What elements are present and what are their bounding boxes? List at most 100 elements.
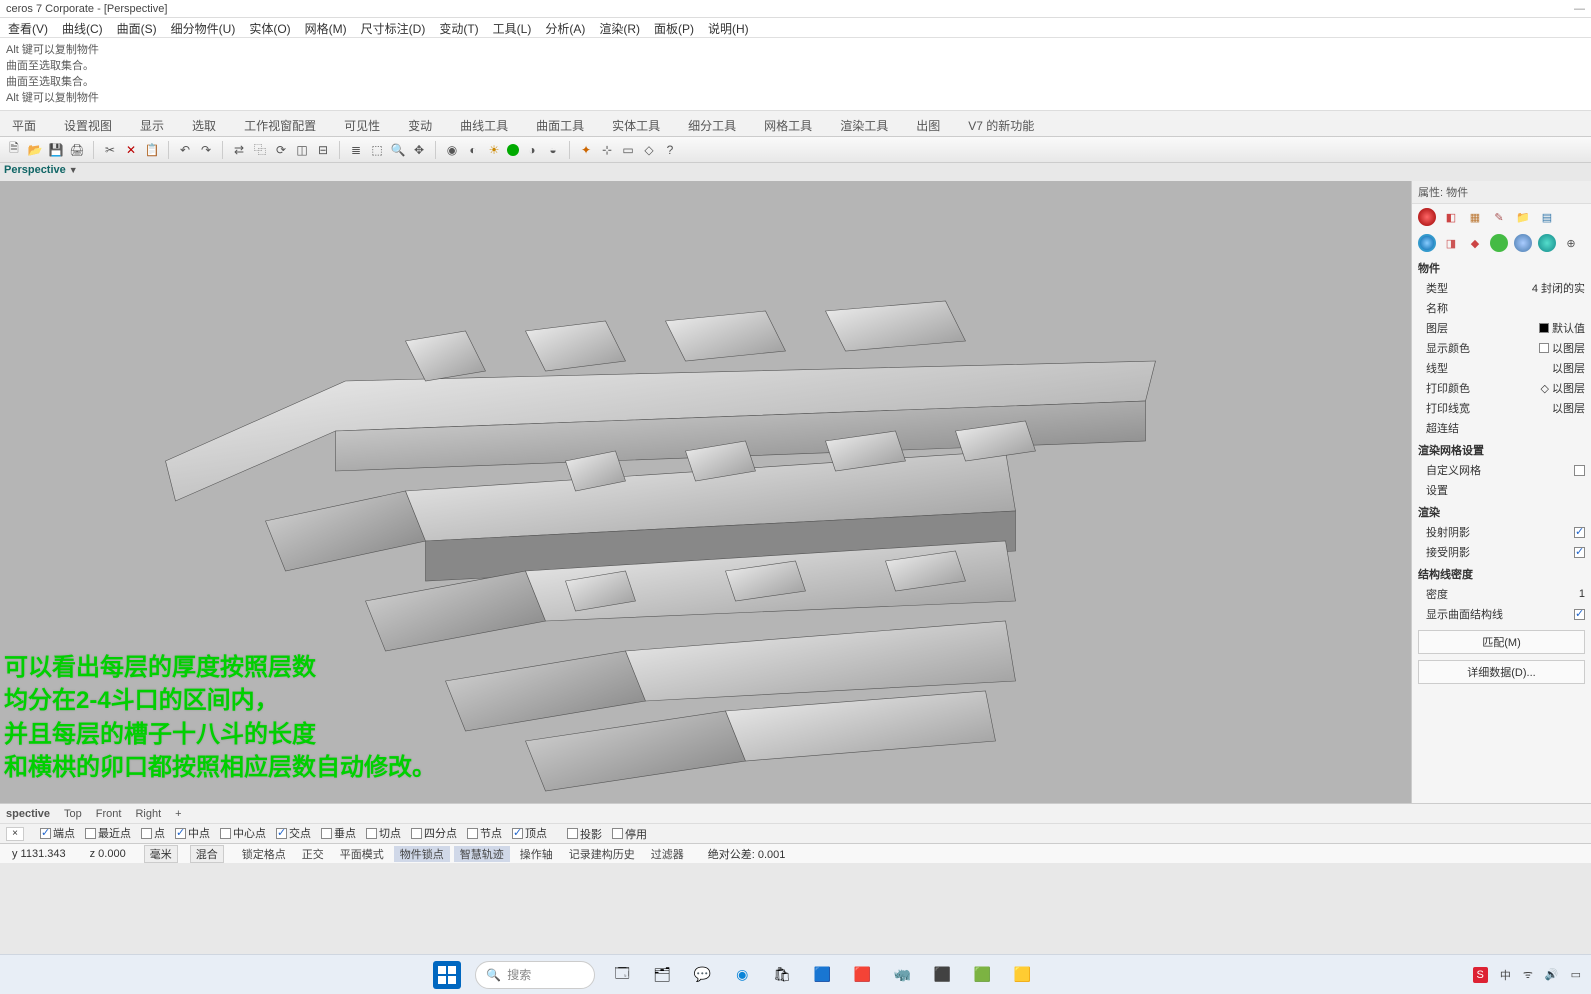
viewport-perspective[interactable]: 可以看出每层的厚度按照层数均分在2-4斗口的区间内，并且每层的槽子十八斗的长度和…: [0, 181, 1411, 803]
osnap-projection[interactable]: 投影: [567, 826, 602, 842]
ime-indicator[interactable]: S: [1473, 967, 1488, 983]
view-tab[interactable]: spective: [6, 808, 50, 820]
status-toggle[interactable]: 平面模式: [334, 846, 390, 862]
tray-wifi-icon[interactable]: ᯤ: [1523, 967, 1533, 982]
osnap-item[interactable]: 四分点: [411, 825, 457, 841]
print-icon[interactable]: 🖨: [69, 142, 85, 158]
prop-custommesh-checkbox[interactable]: [1574, 465, 1585, 476]
store-icon[interactable]: 🛍: [769, 962, 795, 988]
toolbar-tab[interactable]: 工作视窗配置: [238, 115, 322, 136]
menu-item[interactable]: 网格(M): [305, 20, 347, 35]
app2-icon[interactable]: 🟥: [849, 962, 875, 988]
osnap-close-button[interactable]: ×: [6, 827, 24, 841]
status-toggle[interactable]: 锁定格点: [236, 846, 292, 862]
status-toggle[interactable]: 智慧轨迹: [454, 846, 510, 862]
new-icon[interactable]: 🗎: [6, 142, 22, 158]
prop-showiso-checkbox[interactable]: [1574, 609, 1585, 620]
chevron-down-icon[interactable]: ▼: [69, 165, 78, 175]
cut-icon[interactable]: ✂: [102, 142, 118, 158]
misc-icon[interactable]: ◇: [641, 142, 657, 158]
shade2-icon[interactable]: ◒: [545, 142, 561, 158]
viewport-label-bar[interactable]: Perspective▼: [0, 163, 1591, 181]
tray-more-icon[interactable]: ▭: [1571, 968, 1581, 981]
taskview-icon[interactable]: 🗔: [609, 962, 635, 988]
object-tab-icon[interactable]: [1418, 234, 1436, 252]
osnap-item[interactable]: 交点: [276, 825, 311, 841]
prop-density-value[interactable]: 1: [1579, 588, 1585, 600]
toolbar-tab[interactable]: 曲面工具: [530, 115, 590, 136]
menu-item[interactable]: 分析(A): [545, 20, 585, 35]
redo-icon[interactable]: ↷: [198, 142, 214, 158]
toolbar-tab[interactable]: 出图: [910, 115, 946, 136]
data-tab-icon[interactable]: ▤: [1538, 208, 1556, 226]
status-toggle[interactable]: 操作轴: [514, 846, 559, 862]
menu-item[interactable]: 面板(P): [654, 20, 694, 35]
menu-item[interactable]: 渲染(R): [599, 20, 640, 35]
toolbar-tab[interactable]: V7 的新功能: [962, 115, 1040, 136]
osnap-item[interactable]: 垂点: [321, 825, 356, 841]
osnap-item[interactable]: 中心点: [220, 825, 266, 841]
save-icon[interactable]: 💾: [48, 142, 64, 158]
prop-linetype-value[interactable]: 以图层: [1552, 360, 1585, 376]
menu-item[interactable]: 说明(H): [708, 20, 749, 35]
toolbar-tab[interactable]: 显示: [134, 115, 170, 136]
ime-lang[interactable]: 中: [1500, 967, 1511, 983]
minimize-button[interactable]: —: [1574, 3, 1585, 15]
view-tab[interactable]: Top: [64, 808, 82, 820]
unit-pane[interactable]: 毫米: [144, 845, 178, 863]
osnap-disable[interactable]: 停用: [612, 826, 647, 842]
chat-icon[interactable]: 💬: [689, 962, 715, 988]
system-tray[interactable]: S 中 ᯤ 🔊 ▭: [1473, 967, 1582, 983]
view-tab[interactable]: Front: [96, 808, 122, 820]
diamond-tab-icon[interactable]: ◆: [1466, 234, 1484, 252]
start-button[interactable]: [433, 961, 461, 989]
osnap-item[interactable]: 顶点: [512, 825, 547, 841]
toolbar-tab[interactable]: 细分工具: [682, 115, 742, 136]
menu-item[interactable]: 实体(O): [249, 20, 290, 35]
tray-sound-icon[interactable]: 🔊: [1545, 968, 1559, 981]
ungroup-icon[interactable]: ⊟: [315, 142, 331, 158]
select-icon[interactable]: ⬚: [369, 142, 385, 158]
group-icon[interactable]: ◫: [294, 142, 310, 158]
toolbar-tab[interactable]: 设置视图: [58, 115, 118, 136]
menu-item[interactable]: 尺寸标注(D): [361, 20, 426, 35]
edge-icon[interactable]: ◉: [729, 962, 755, 988]
brush-tab-icon[interactable]: ✎: [1490, 208, 1508, 226]
texture-tab-icon[interactable]: ▦: [1466, 208, 1484, 226]
move-icon[interactable]: ⇄: [231, 142, 247, 158]
material-tab-icon[interactable]: ◧: [1442, 208, 1460, 226]
prop-printwidth-value[interactable]: 以图层: [1552, 400, 1585, 416]
layer-icon[interactable]: ≣: [348, 142, 364, 158]
pan-icon[interactable]: ✥: [411, 142, 427, 158]
render-icon[interactable]: ◐: [465, 142, 481, 158]
prop-layer-value[interactable]: 默认值: [1539, 320, 1585, 336]
menu-item[interactable]: 曲面(S): [117, 20, 157, 35]
app3-icon[interactable]: ⬛: [929, 962, 955, 988]
eraser-tab-icon[interactable]: ◨: [1442, 234, 1460, 252]
status-toggle[interactable]: 记录建构历史: [563, 846, 641, 862]
undo-icon[interactable]: ↶: [177, 142, 193, 158]
match-button[interactable]: 匹配(M): [1418, 630, 1585, 654]
toolbar-tab[interactable]: 渲染工具: [834, 115, 894, 136]
view-icon[interactable]: ◉: [444, 142, 460, 158]
menu-item[interactable]: 查看(V): [8, 20, 48, 35]
axis-icon[interactable]: ⊹: [599, 142, 615, 158]
help-icon[interactable]: ?: [662, 142, 678, 158]
toolbar-tab[interactable]: 平面: [6, 115, 42, 136]
menu-item[interactable]: 变动(T): [439, 20, 478, 35]
sun-icon[interactable]: ☀: [486, 142, 502, 158]
status-toggle[interactable]: 物件锁点: [394, 846, 450, 862]
rhino-icon[interactable]: 🦏: [889, 962, 915, 988]
osnap-item[interactable]: 端点: [40, 825, 75, 841]
zoom-icon[interactable]: 🔍: [390, 142, 406, 158]
menu-item[interactable]: 曲线(C): [62, 20, 103, 35]
view-tab[interactable]: +: [175, 808, 181, 820]
osnap-item[interactable]: 最近点: [85, 825, 131, 841]
toolbar-tab[interactable]: 实体工具: [606, 115, 666, 136]
toolbar-tab[interactable]: 选取: [186, 115, 222, 136]
details-button[interactable]: 详细数据(D)...: [1418, 660, 1585, 684]
globe-tab-icon[interactable]: [1538, 234, 1556, 252]
green-dot-icon[interactable]: [507, 144, 519, 156]
status-toggle[interactable]: 正交: [296, 846, 330, 862]
menu-item[interactable]: 细分物件(U): [171, 20, 236, 35]
